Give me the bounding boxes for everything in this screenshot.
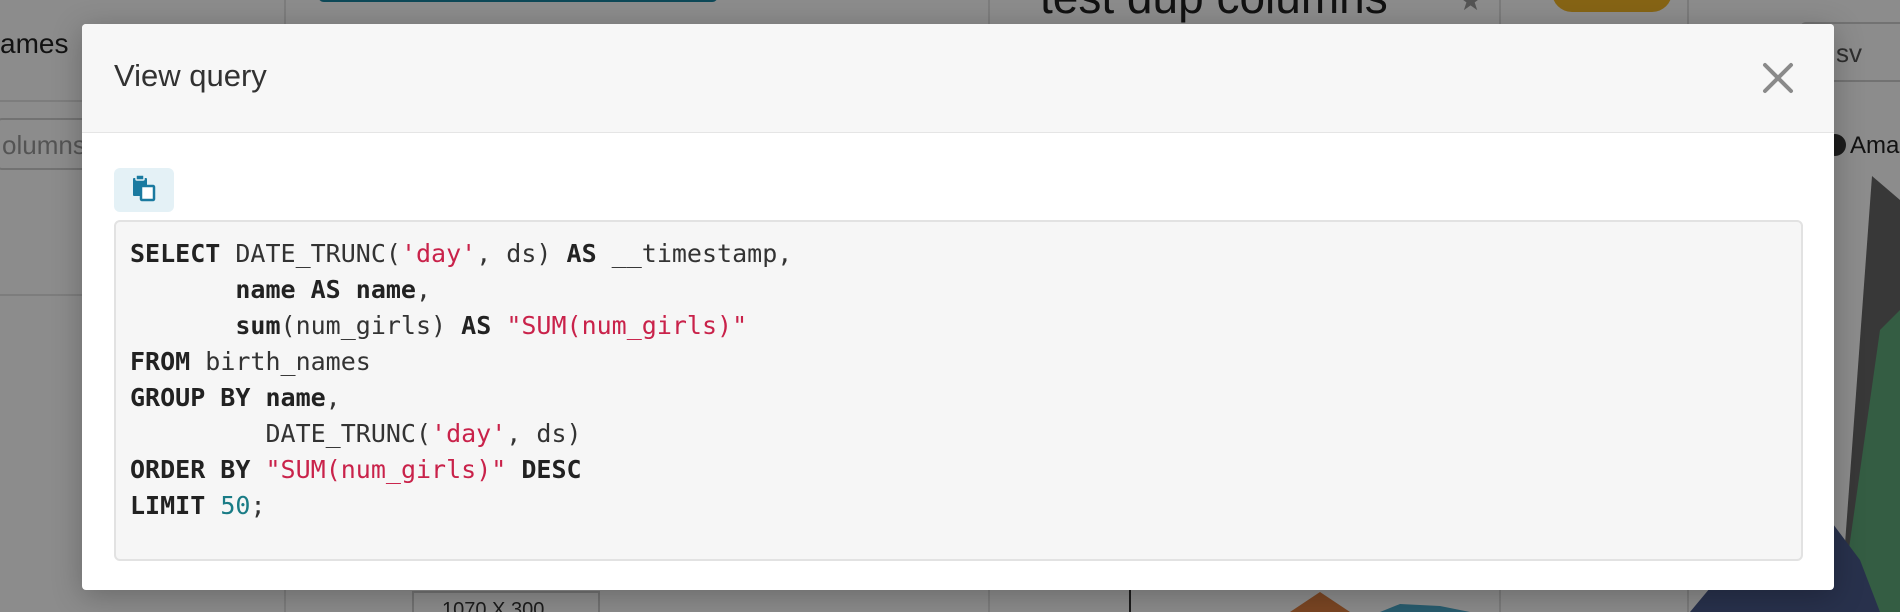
sql-string: "SUM(num_girls)" bbox=[506, 311, 748, 340]
sql-text: __timestamp, bbox=[596, 239, 793, 268]
sql-text: , bbox=[415, 275, 432, 304]
sql-text: birth_names bbox=[190, 347, 371, 376]
sql-text: DATE_TRUNC( bbox=[220, 239, 401, 268]
sql-keyword: GROUP BY name bbox=[130, 383, 326, 412]
sql-keyword: name AS name bbox=[235, 275, 416, 304]
code-line: sum(num_girls) AS "SUM(num_girls)" bbox=[130, 308, 1787, 344]
code-line: LIMIT 50; bbox=[130, 488, 1787, 524]
sql-text: DATE_TRUNC( bbox=[130, 419, 432, 448]
sql-keyword: LIMIT bbox=[130, 491, 206, 520]
sql-code-block[interactable]: SELECT DATE_TRUNC('day', ds) AS __timest… bbox=[114, 220, 1803, 561]
sql-keyword: AS bbox=[566, 239, 597, 268]
code-line: GROUP BY name, bbox=[130, 380, 1787, 416]
sql-keyword: FROM bbox=[130, 347, 191, 376]
sql-string: "SUM(num_girls)" bbox=[265, 455, 507, 484]
code-line: ORDER BY "SUM(num_girls)" DESC bbox=[130, 452, 1787, 488]
sql-text: ; bbox=[250, 491, 266, 520]
code-line: name AS name, bbox=[130, 272, 1787, 308]
sql-keyword: ORDER BY bbox=[130, 455, 251, 484]
sql-text: , ds) bbox=[476, 239, 567, 268]
code-line: FROM birth_names bbox=[130, 344, 1787, 380]
close-icon[interactable] bbox=[1756, 56, 1800, 100]
sql-keyword: sum bbox=[235, 311, 281, 340]
sql-text: , bbox=[325, 383, 341, 412]
sql-text: , ds) bbox=[506, 419, 582, 448]
sql-keyword: DESC bbox=[521, 455, 582, 484]
view-query-modal: View query SELECT DATE_TRUNC('day', ds) … bbox=[82, 24, 1834, 590]
sql-string: 'day' bbox=[431, 419, 507, 448]
sql-keyword: AS bbox=[461, 311, 492, 340]
modal-title: View query bbox=[114, 58, 267, 93]
copy-to-clipboard-button[interactable] bbox=[114, 168, 174, 212]
sql-string: 'day' bbox=[400, 239, 477, 268]
code-line: SELECT DATE_TRUNC('day', ds) AS __timest… bbox=[130, 236, 1787, 272]
modal-header: View query bbox=[82, 24, 1834, 133]
copy-icon bbox=[131, 173, 157, 207]
code-line: DATE_TRUNC('day', ds) bbox=[130, 416, 1787, 452]
sql-keyword: SELECT bbox=[130, 239, 221, 268]
sql-text: (num_girls) bbox=[280, 311, 462, 340]
sql-number: 50 bbox=[220, 491, 251, 520]
